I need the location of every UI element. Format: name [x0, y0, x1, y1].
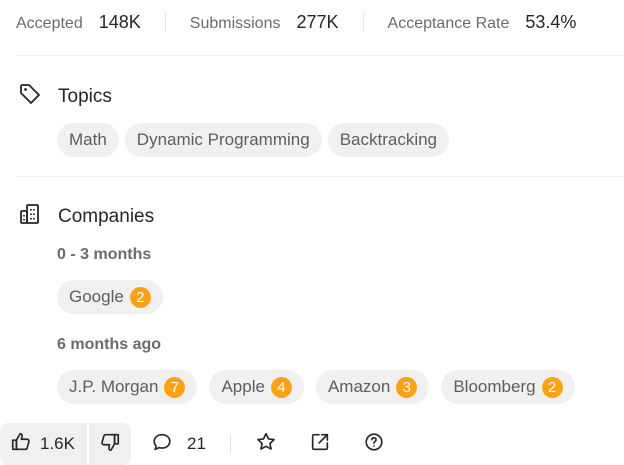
company-tag-google[interactable]: Google 2: [57, 280, 163, 314]
divider: [362, 12, 364, 32]
count-badge: 4: [270, 376, 292, 398]
company-tags: J.P. Morgan 7 Apple 4 Amazon 3 Bloomberg…: [57, 370, 575, 404]
count-badge: 2: [129, 286, 151, 308]
share-button[interactable]: [309, 431, 331, 458]
stat-value: 277K: [296, 11, 339, 32]
stats-row: Accepted 148K Submissions 277K Acceptanc…: [16, 10, 576, 34]
comments-button[interactable]: 21: [151, 431, 206, 458]
comments-count: 21: [186, 434, 206, 453]
company-name: Amazon: [327, 377, 391, 396]
company-name: Google: [69, 287, 124, 306]
comment-icon: [151, 431, 173, 458]
share-icon: [309, 431, 331, 458]
stat-label: Submissions: [189, 14, 281, 32]
topic-tags: Math Dynamic Programming Backtracking: [57, 123, 450, 157]
company-tags: Google 2: [57, 280, 163, 314]
stat-acceptance-rate: Acceptance Rate 53.4%: [388, 12, 577, 33]
dislike-button[interactable]: [89, 423, 131, 465]
count-badge: 7: [164, 376, 186, 398]
count-badge: 2: [541, 376, 563, 398]
stat-submissions: Submissions 277K: [190, 12, 339, 33]
count-badge: 3: [396, 376, 418, 398]
stat-value: 53.4%: [525, 11, 577, 32]
company-tag-jp-morgan[interactable]: J.P. Morgan 7: [57, 370, 198, 404]
like-count: 1.6K: [40, 434, 75, 453]
stat-value: 148K: [98, 11, 141, 32]
topics-title: Topics: [58, 85, 112, 107]
topic-tag[interactable]: Dynamic Programming: [124, 123, 322, 157]
help-button[interactable]: [363, 431, 385, 458]
stat-accepted: Accepted 148K: [16, 12, 141, 33]
topic-tag[interactable]: Backtracking: [327, 123, 450, 157]
companies-header[interactable]: Companies: [18, 202, 154, 231]
section-divider: [16, 176, 624, 177]
topics-header[interactable]: Topics: [18, 82, 112, 111]
thumbs-down-icon: [99, 431, 121, 458]
period-label: 6 months ago: [57, 336, 162, 353]
company-tag-bloomberg[interactable]: Bloomberg 2: [441, 370, 575, 404]
company-tag-amazon[interactable]: Amazon 3: [315, 370, 430, 404]
action-bar: 1.6K 21: [0, 423, 385, 465]
vote-group: 1.6K: [0, 423, 131, 465]
company-tag-apple[interactable]: Apple 4: [209, 370, 304, 404]
like-button[interactable]: 1.6K: [0, 423, 87, 465]
divider: [229, 434, 231, 454]
company-name: Apple: [221, 377, 265, 396]
period-label: 0 - 3 months: [57, 246, 152, 263]
section-divider: [16, 55, 624, 56]
companies-title: Companies: [58, 205, 155, 227]
divider: [164, 12, 166, 32]
thumbs-up-icon: [10, 431, 32, 458]
tag-icon: [18, 82, 42, 111]
stat-label: Acceptance Rate: [387, 14, 510, 32]
star-icon: [255, 431, 277, 458]
favorite-button[interactable]: [255, 431, 277, 458]
help-icon: [363, 431, 385, 458]
company-name: Bloomberg: [453, 377, 536, 396]
company-name: J.P. Morgan: [69, 377, 159, 396]
building-icon: [18, 202, 42, 231]
topic-tag[interactable]: Math: [57, 123, 119, 157]
stat-label: Accepted: [16, 14, 83, 32]
